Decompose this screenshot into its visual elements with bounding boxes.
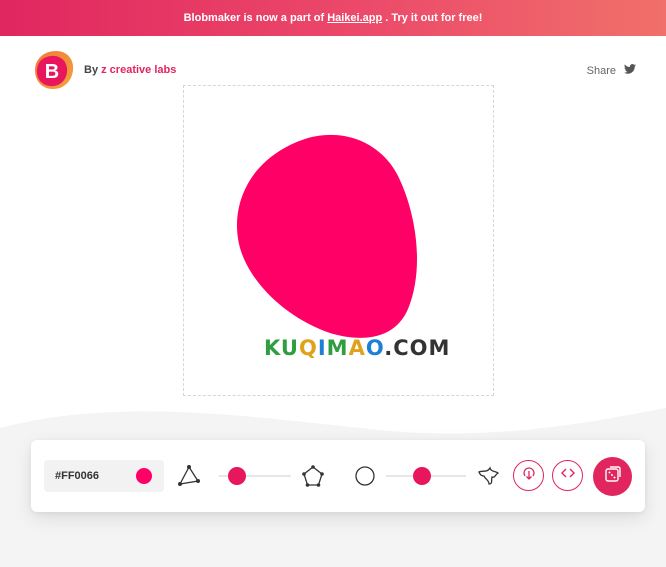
brand-link[interactable]: z creative labs bbox=[101, 64, 176, 76]
twitter-icon[interactable] bbox=[624, 64, 636, 77]
watermark-letter: O bbox=[365, 336, 385, 360]
contrast-slider[interactable] bbox=[386, 466, 466, 486]
watermark-letter: U bbox=[280, 336, 299, 360]
complexity-thumb[interactable] bbox=[228, 467, 246, 485]
code-icon bbox=[560, 465, 576, 486]
watermark-letter: O bbox=[409, 336, 429, 360]
banner-text: Blobmaker is now a part of bbox=[183, 12, 325, 24]
share-control[interactable]: Share bbox=[587, 64, 636, 77]
blob-canvas: KUQIMAO.COM bbox=[183, 85, 494, 396]
byline: By z creative labs bbox=[84, 64, 176, 76]
randomize-button[interactable] bbox=[593, 457, 632, 496]
download-button[interactable] bbox=[513, 460, 544, 491]
haikei-link[interactable]: Haikei.app bbox=[327, 12, 382, 24]
logo-letter: B bbox=[45, 61, 59, 83]
color-hex-value[interactable]: #FF0066 bbox=[55, 470, 99, 482]
controls-toolbar: #FF0066 bbox=[31, 440, 645, 512]
watermark-letter: M bbox=[428, 336, 451, 360]
triangle-icon bbox=[177, 464, 201, 493]
circle-icon bbox=[354, 465, 376, 492]
blobmaker-logo[interactable]: B bbox=[34, 50, 74, 90]
watermark-text: KUQIMAO.COM bbox=[264, 336, 450, 360]
code-button[interactable] bbox=[552, 460, 583, 491]
color-input[interactable]: #FF0066 bbox=[44, 460, 164, 492]
complexity-slider[interactable] bbox=[219, 466, 291, 486]
watermark-letter: . bbox=[384, 336, 394, 360]
pentagon-icon bbox=[301, 464, 325, 493]
watermark-letter: M bbox=[326, 336, 349, 360]
spiky-shape-icon bbox=[476, 464, 500, 493]
banner-text-end: . Try it out for free! bbox=[385, 12, 483, 24]
by-label: By bbox=[84, 64, 99, 76]
watermark-letter: K bbox=[264, 336, 281, 360]
watermark-letter: Q bbox=[298, 336, 318, 360]
dice-icon bbox=[603, 464, 623, 489]
announcement-banner: Blobmaker is now a part of Haikei.app . … bbox=[0, 0, 666, 36]
watermark-letter: A bbox=[348, 336, 366, 360]
share-label[interactable]: Share bbox=[587, 65, 616, 77]
contrast-thumb[interactable] bbox=[413, 467, 431, 485]
watermark-letter: C bbox=[393, 336, 410, 360]
download-icon bbox=[521, 465, 537, 486]
watermark-letter: I bbox=[317, 336, 327, 360]
color-swatch[interactable] bbox=[136, 468, 152, 484]
blob-shape bbox=[237, 134, 418, 338]
